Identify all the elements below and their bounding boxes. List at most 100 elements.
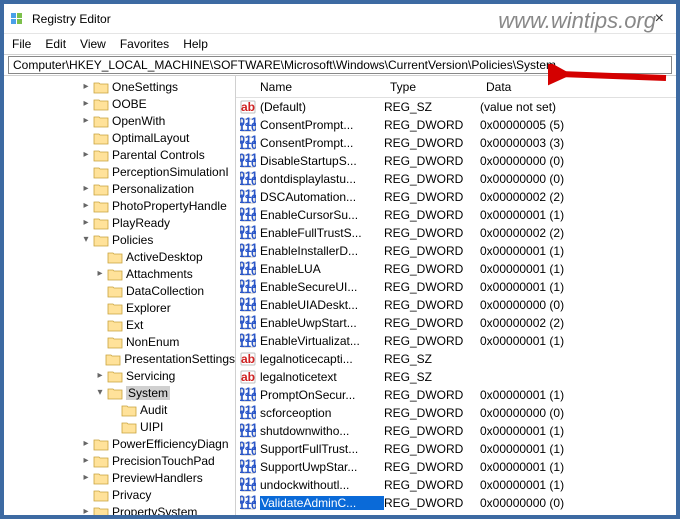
value-type: REG_DWORD (384, 226, 480, 240)
value-name: ConsentPrompt... (260, 136, 384, 150)
chevron-right-icon[interactable]: ▸ (80, 115, 92, 126)
tree-item[interactable]: ▸PropertySystem (4, 503, 235, 515)
list-row[interactable]: 011110ConsentPrompt...REG_DWORD0x0000000… (236, 116, 676, 134)
tree-pane[interactable]: ▸OneSettings▸OOBE▸OpenWithOptimalLayout▸… (4, 76, 236, 515)
value-type: REG_DWORD (384, 442, 480, 456)
reg-dword-icon: 011110 (240, 189, 256, 205)
chevron-down-icon[interactable]: ▾ (94, 387, 106, 398)
column-type[interactable]: Type (384, 80, 480, 94)
chevron-right-icon[interactable]: ▸ (80, 81, 92, 92)
list-row[interactable]: 011110DisableStartupS...REG_DWORD0x00000… (236, 152, 676, 170)
list-row[interactable]: ablegalnoticetextREG_SZ (236, 368, 676, 386)
column-headers[interactable]: Name Type Data (236, 76, 676, 98)
tree-item[interactable]: NonEnum (4, 333, 235, 350)
folder-icon (107, 335, 123, 349)
address-input[interactable] (8, 56, 672, 74)
tree-item[interactable]: Ext (4, 316, 235, 333)
tree-item[interactable]: Explorer (4, 299, 235, 316)
list-row[interactable]: 011110shutdownwitho...REG_DWORD0x0000000… (236, 422, 676, 440)
list-row[interactable]: 011110dontdisplaylastu...REG_DWORD0x0000… (236, 170, 676, 188)
list-row[interactable]: 011110EnableLUAREG_DWORD0x00000001 (1) (236, 260, 676, 278)
list-row[interactable]: 011110EnableCursorSu...REG_DWORD0x000000… (236, 206, 676, 224)
tree-item[interactable]: ▸OpenWith (4, 112, 235, 129)
tree-item-label: OOBE (112, 97, 147, 111)
tree-item[interactable]: ▸PreviewHandlers (4, 469, 235, 486)
values-list[interactable]: ab(Default)REG_SZ(value not set)011110Co… (236, 98, 676, 512)
reg-dword-icon: 011110 (240, 333, 256, 349)
folder-icon (93, 505, 109, 516)
chevron-right-icon[interactable]: ▸ (80, 472, 92, 483)
chevron-right-icon[interactable]: ▸ (80, 98, 92, 109)
tree-item[interactable]: ▸ OOBE (4, 95, 235, 112)
menu-favorites[interactable]: Favorites (120, 37, 169, 51)
folder-icon (93, 488, 109, 502)
svg-text:110: 110 (240, 444, 256, 457)
chevron-right-icon[interactable]: ▸ (80, 217, 92, 228)
tree-item[interactable]: OptimalLayout (4, 129, 235, 146)
app-icon (10, 11, 26, 27)
close-icon[interactable]: × (649, 10, 670, 28)
menu-view[interactable]: View (80, 37, 106, 51)
list-row[interactable]: 011110SupportFullTrust...REG_DWORD0x0000… (236, 440, 676, 458)
chevron-right-icon[interactable]: ▸ (80, 438, 92, 449)
chevron-right-icon[interactable]: ▸ (80, 149, 92, 160)
chevron-right-icon[interactable]: ▸ (80, 506, 92, 515)
chevron-down-icon[interactable]: ▾ (80, 234, 92, 245)
folder-icon (107, 369, 123, 383)
tree-item[interactable]: UIPI (4, 418, 235, 435)
menu-file[interactable]: File (12, 37, 31, 51)
list-row[interactable]: 011110EnableVirtualizat...REG_DWORD0x000… (236, 332, 676, 350)
column-data[interactable]: Data (480, 80, 676, 94)
list-row[interactable]: 011110EnableSecureUI...REG_DWORD0x000000… (236, 278, 676, 296)
chevron-right-icon[interactable]: ▸ (80, 200, 92, 211)
tree-item-label: Personalization (112, 182, 194, 196)
title-bar[interactable]: Registry Editor × (4, 4, 676, 34)
chevron-right-icon[interactable]: ▸ (94, 370, 106, 381)
chevron-right-icon[interactable]: ▸ (80, 455, 92, 466)
menu-help[interactable]: Help (183, 37, 208, 51)
value-name: scforceoption (260, 406, 384, 420)
tree-item[interactable]: ▾ System (4, 384, 235, 401)
list-row[interactable]: 011110EnableInstallerD...REG_DWORD0x0000… (236, 242, 676, 260)
tree-item[interactable]: ▸ Personalization (4, 180, 235, 197)
tree-item[interactable]: ▸PlayReady (4, 214, 235, 231)
list-row[interactable]: 011110undockwithoutl...REG_DWORD0x000000… (236, 476, 676, 494)
tree-item[interactable]: ▸PowerEfficiencyDiagn (4, 435, 235, 452)
tree-item-label: System (126, 386, 170, 400)
tree-item[interactable]: PerceptionSimulationI (4, 163, 235, 180)
tree-item[interactable]: ActiveDesktop (4, 248, 235, 265)
tree-item[interactable]: Privacy (4, 486, 235, 503)
tree-item[interactable]: ▸PhotoPropertyHandle (4, 197, 235, 214)
column-name[interactable]: Name (236, 80, 384, 94)
value-name: legalnoticetext (260, 370, 384, 384)
tree-item[interactable]: PresentationSettings (4, 350, 235, 367)
tree-item-label: NonEnum (126, 335, 179, 349)
list-row[interactable]: 011110EnableUwpStart...REG_DWORD0x000000… (236, 314, 676, 332)
tree-item[interactable]: ▸Attachments (4, 265, 235, 282)
svg-text:110: 110 (240, 228, 256, 241)
tree-item[interactable]: ▸ OneSettings (4, 78, 235, 95)
list-row[interactable]: 011110SupportUwpStar...REG_DWORD0x000000… (236, 458, 676, 476)
menu-edit[interactable]: Edit (45, 37, 66, 51)
list-row[interactable]: ab(Default)REG_SZ(value not set) (236, 98, 676, 116)
chevron-right-icon[interactable]: ▸ (80, 183, 92, 194)
list-row[interactable]: 011110PromptOnSecur...REG_DWORD0x0000000… (236, 386, 676, 404)
list-row[interactable]: 011110scforceoptionREG_DWORD0x00000000 (… (236, 404, 676, 422)
chevron-right-icon[interactable]: ▸ (94, 268, 106, 279)
value-data: 0x00000000 (0) (480, 298, 676, 312)
tree-item[interactable]: ▸PrecisionTouchPad (4, 452, 235, 469)
list-row[interactable]: 011110ConsentPrompt...REG_DWORD0x0000000… (236, 134, 676, 152)
tree-item[interactable]: ▸Parental Controls (4, 146, 235, 163)
tree-item[interactable]: ▾Policies (4, 231, 235, 248)
list-row[interactable]: 011110EnableFullTrustS...REG_DWORD0x0000… (236, 224, 676, 242)
list-row[interactable]: 011110EnableUIADeskt...REG_DWORD0x000000… (236, 296, 676, 314)
tree-item[interactable]: DataCollection (4, 282, 235, 299)
list-row[interactable]: ablegalnoticecapti...REG_SZ (236, 350, 676, 368)
list-row[interactable]: 011110ValidateAdminC...REG_DWORD0x000000… (236, 494, 676, 512)
tree-item-label: OneSettings (112, 80, 178, 94)
tree-item[interactable]: ▸Servicing (4, 367, 235, 384)
value-data: 0x00000002 (2) (480, 226, 676, 240)
reg-dword-icon: 011110 (240, 459, 256, 475)
list-row[interactable]: 011110DSCAutomation...REG_DWORD0x0000000… (236, 188, 676, 206)
tree-item[interactable]: Audit (4, 401, 235, 418)
